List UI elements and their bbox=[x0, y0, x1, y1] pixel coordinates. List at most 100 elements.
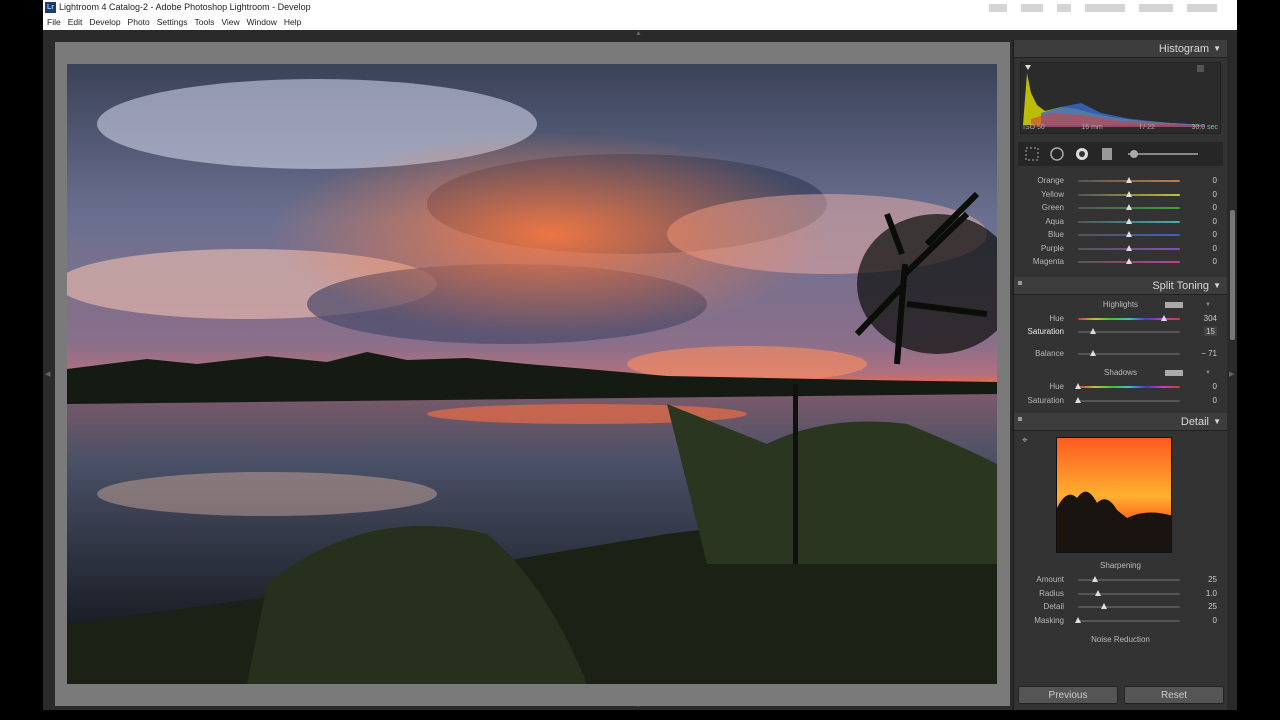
hsl-value[interactable]: 0 bbox=[1213, 244, 1217, 253]
hue-value[interactable]: 304 bbox=[1204, 314, 1217, 323]
shadows-saturation-slider[interactable] bbox=[1075, 396, 1180, 403]
left-panel-toggle-icon[interactable]: ◀ bbox=[45, 370, 50, 378]
hsl-purple-slider[interactable] bbox=[1078, 244, 1180, 251]
hsl-blue-slider[interactable] bbox=[1078, 231, 1180, 237]
slider-knob[interactable] bbox=[1126, 244, 1132, 251]
crop-tool-icon[interactable] bbox=[1024, 146, 1040, 162]
slider-knob[interactable] bbox=[1075, 616, 1081, 623]
graduated-filter-icon[interactable] bbox=[1099, 146, 1115, 162]
dropdown-triangle-icon[interactable]: ▼ bbox=[1205, 366, 1211, 380]
saturation-value[interactable]: 15 bbox=[1204, 327, 1217, 336]
hue-value[interactable]: 0 bbox=[1213, 382, 1217, 391]
balance-slider[interactable] bbox=[1078, 349, 1180, 356]
exif-aperture: f / 22 bbox=[1139, 124, 1155, 131]
hsl-orange-slider[interactable] bbox=[1078, 177, 1180, 183]
highlights-color-swatch[interactable] bbox=[1165, 301, 1183, 308]
menu-photo[interactable]: Photo bbox=[128, 15, 150, 30]
slider-knob[interactable] bbox=[1126, 217, 1132, 224]
hsl-yellow-slider[interactable] bbox=[1078, 190, 1180, 197]
split-toning-header[interactable]: Split Toning ▼ bbox=[1014, 276, 1227, 295]
menu-edit[interactable]: Edit bbox=[68, 15, 83, 30]
hsl-value[interactable]: 0 bbox=[1213, 257, 1217, 266]
slider-knob[interactable] bbox=[1100, 603, 1107, 609]
slider-knob[interactable] bbox=[1090, 349, 1097, 356]
balance-value[interactable]: − 71 bbox=[1201, 349, 1217, 358]
hsl-value[interactable]: 0 bbox=[1213, 203, 1217, 212]
shadows-hue-slider[interactable] bbox=[1075, 383, 1180, 389]
amount-label: Amount bbox=[1036, 575, 1064, 584]
hsl-row-green: Green 0 bbox=[1020, 201, 1221, 215]
spot-removal-icon[interactable] bbox=[1049, 146, 1065, 162]
dropdown-triangle-icon[interactable]: ▼ bbox=[1205, 298, 1211, 312]
exif-iso: ISO 50 bbox=[1023, 124, 1045, 131]
collapse-triangle-icon[interactable]: ▼ bbox=[1213, 277, 1221, 295]
saturation-value[interactable]: 0 bbox=[1213, 396, 1217, 405]
menu-window[interactable]: Window bbox=[247, 15, 277, 30]
slider-knob[interactable] bbox=[1126, 190, 1132, 197]
masking-value[interactable]: 0 bbox=[1213, 616, 1217, 625]
collapse-triangle-icon[interactable]: ▼ bbox=[1213, 40, 1221, 58]
menu-tools[interactable]: Tools bbox=[194, 15, 214, 30]
hsl-magenta-slider[interactable] bbox=[1078, 258, 1180, 264]
menu-help[interactable]: Help bbox=[284, 15, 301, 30]
menu-view[interactable]: View bbox=[221, 15, 239, 30]
menu-develop[interactable]: Develop bbox=[89, 15, 120, 30]
slider-knob[interactable] bbox=[1090, 328, 1097, 334]
slider-knob[interactable] bbox=[1095, 589, 1102, 596]
red-eye-icon[interactable] bbox=[1074, 146, 1090, 162]
sharpening-panel: Sharpening Amount 25 Radius 1.0 Detail 2… bbox=[1014, 559, 1227, 645]
adjustment-brush-slider[interactable] bbox=[1128, 150, 1198, 158]
hue-label: Hue bbox=[1049, 382, 1064, 391]
amount-slider[interactable] bbox=[1078, 576, 1180, 582]
slider-knob[interactable] bbox=[1126, 258, 1132, 264]
hsl-value[interactable]: 0 bbox=[1213, 217, 1217, 226]
masking-slider[interactable] bbox=[1075, 616, 1180, 623]
slider-knob[interactable] bbox=[1126, 204, 1132, 210]
menu-bar: File Edit Develop Photo Settings Tools V… bbox=[43, 15, 1237, 30]
slider-knob[interactable] bbox=[1126, 177, 1132, 183]
amount-row: Amount 25 bbox=[1020, 573, 1221, 587]
exif-shutter: 30.0 sec bbox=[1191, 124, 1218, 131]
detail-slider[interactable] bbox=[1078, 603, 1180, 609]
right-panel-toggle-icon[interactable]: ▶ bbox=[1229, 370, 1234, 378]
hsl-row-blue: Blue 0 bbox=[1020, 228, 1221, 242]
previous-button[interactable]: Previous bbox=[1018, 686, 1118, 704]
slider-knob[interactable] bbox=[1126, 231, 1132, 237]
hsl-aqua-slider[interactable] bbox=[1078, 217, 1180, 224]
radius-label: Radius bbox=[1039, 588, 1064, 598]
menu-file[interactable]: File bbox=[47, 15, 61, 30]
slider-knob[interactable] bbox=[1075, 383, 1081, 389]
detail-value[interactable]: 25 bbox=[1208, 602, 1217, 611]
highlights-saturation-slider[interactable] bbox=[1078, 328, 1180, 334]
hsl-value[interactable]: 0 bbox=[1213, 190, 1217, 199]
reset-button[interactable]: Reset bbox=[1124, 686, 1224, 704]
histogram-header[interactable]: Histogram ▼ bbox=[1014, 40, 1227, 58]
window-title: Lightroom 4 Catalog-2 - Adobe Photoshop … bbox=[59, 2, 311, 12]
histogram-graph[interactable]: ISO 50 16 mm f / 22 30.0 sec bbox=[1020, 62, 1221, 134]
hsl-value[interactable]: 0 bbox=[1213, 176, 1217, 185]
balance-label: Balance bbox=[1035, 348, 1064, 358]
shadows-label: Shadows bbox=[1104, 368, 1137, 377]
amount-value[interactable]: 25 bbox=[1208, 575, 1217, 584]
hsl-green-slider[interactable] bbox=[1078, 204, 1180, 210]
radius-value[interactable]: 1.0 bbox=[1206, 589, 1217, 598]
sunset-landscape-photo[interactable] bbox=[67, 64, 997, 684]
panel-switch-icon[interactable] bbox=[1018, 417, 1022, 421]
shadows-color-swatch[interactable] bbox=[1165, 370, 1183, 376]
slider-knob[interactable] bbox=[1092, 576, 1099, 582]
slider-knob[interactable] bbox=[1075, 396, 1081, 403]
panel-switch-icon[interactable] bbox=[1018, 280, 1022, 285]
detail-header[interactable]: Detail ▼ bbox=[1014, 413, 1227, 431]
target-crosshair-icon[interactable]: ⌖ bbox=[1022, 435, 1028, 446]
exif-info: ISO 50 16 mm f / 22 30.0 sec bbox=[1023, 124, 1218, 131]
menu-settings[interactable]: Settings bbox=[157, 15, 188, 30]
panel-scrollbar[interactable] bbox=[1230, 210, 1235, 340]
top-panel-toggle-icon[interactable]: ▲ bbox=[635, 30, 642, 37]
slider-knob[interactable] bbox=[1160, 314, 1167, 321]
highlights-hue-slider[interactable] bbox=[1078, 314, 1180, 321]
detail-zoom-preview[interactable] bbox=[1056, 437, 1172, 553]
panel-bottom-buttons: Previous Reset bbox=[1014, 686, 1228, 704]
radius-slider[interactable] bbox=[1078, 589, 1180, 596]
collapse-triangle-icon[interactable]: ▼ bbox=[1213, 413, 1221, 431]
hsl-value[interactable]: 0 bbox=[1213, 230, 1217, 239]
